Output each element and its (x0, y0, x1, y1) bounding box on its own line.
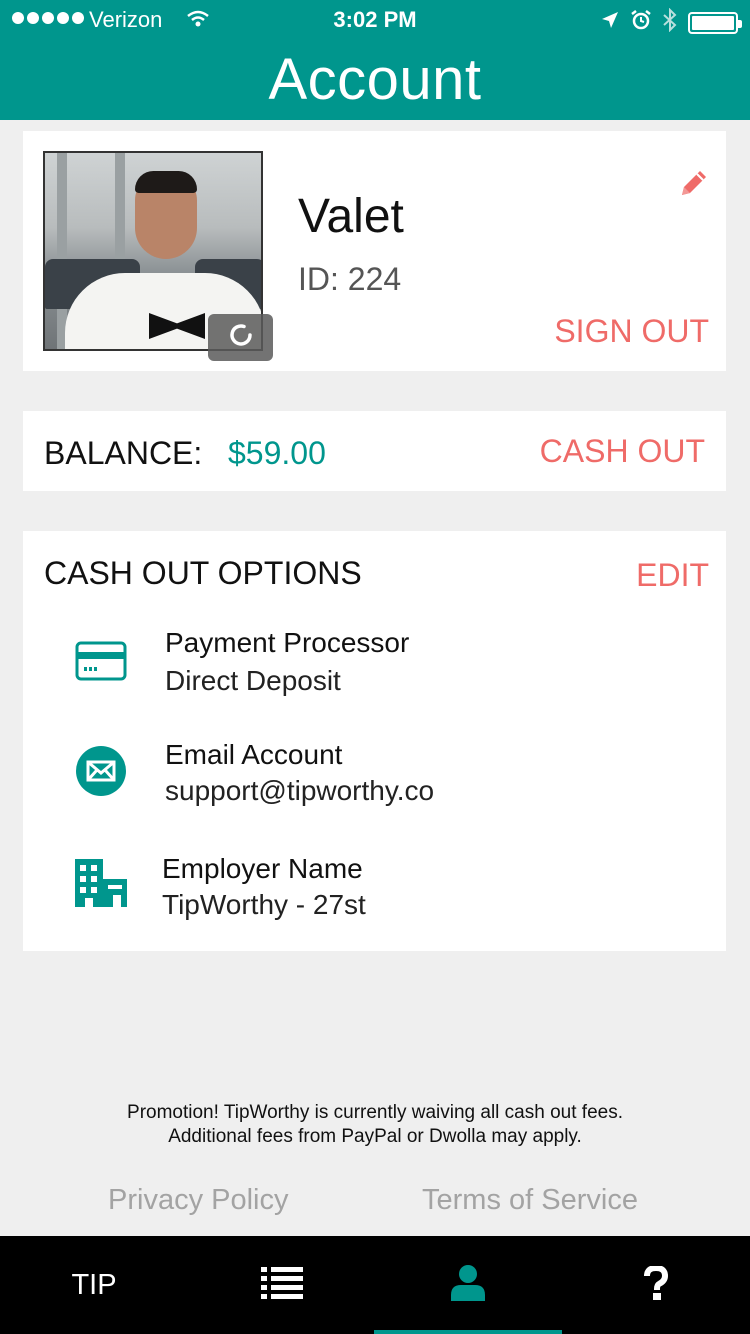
privacy-policy-link[interactable]: Privacy Policy (108, 1184, 289, 1217)
list-icon (261, 1266, 303, 1305)
tab-account[interactable] (374, 1236, 562, 1334)
cash-out-button[interactable]: CASH OUT (540, 433, 705, 470)
option-payment-processor[interactable]: Payment Processor Direct Deposit (23, 623, 726, 713)
status-bar: Verizon 3:02 PM (0, 0, 750, 40)
balance-label: BALANCE: (44, 435, 203, 471)
page-title: Account (268, 47, 482, 112)
tab-bar: TIP (0, 1236, 750, 1334)
balance-card: BALANCE: $59.00 CASH OUT (23, 411, 726, 491)
edit-options-button[interactable]: EDIT (636, 557, 709, 594)
building-icon (75, 857, 127, 909)
header: Verizon 3:02 PM Account (0, 0, 750, 120)
tab-tip[interactable]: TIP (0, 1236, 188, 1334)
status-icons (600, 7, 742, 38)
tab-tip-label: TIP (71, 1268, 117, 1301)
cash-out-options-title: CASH OUT OPTIONS (44, 555, 362, 591)
user-icon (451, 1264, 485, 1306)
email-icon (75, 745, 127, 797)
profile-id: ID: 224 (298, 261, 402, 297)
bluetooth-icon (662, 7, 678, 38)
promotion-notice: Promotion! TipWorthy is currently waivin… (0, 1101, 750, 1149)
sign-out-button[interactable]: SIGN OUT (554, 313, 709, 350)
footer-links: Privacy Policy Terms of Service (0, 1184, 750, 1224)
cash-out-options-card: CASH OUT OPTIONS EDIT Payment Processor … (23, 531, 726, 951)
option-value: Direct Deposit (165, 665, 341, 696)
pencil-icon[interactable] (678, 167, 710, 204)
battery-level (692, 16, 734, 30)
option-label: Email Account (165, 739, 343, 770)
active-tab-indicator (374, 1330, 562, 1334)
option-employer-name[interactable]: Employer Name TipWorthy - 27st (23, 849, 726, 939)
balance-value: $59.00 (228, 435, 326, 471)
tab-list[interactable] (188, 1236, 376, 1334)
refresh-icon (226, 320, 256, 355)
option-value: support@tipworthy.co (165, 775, 435, 806)
option-label: Payment Processor (165, 627, 410, 658)
profile-card: Valet ID: 224 SIGN OUT (23, 131, 726, 371)
tab-help[interactable] (562, 1236, 750, 1334)
promotion-line-1: Promotion! TipWorthy is currently waivin… (127, 1102, 623, 1123)
location-arrow-icon (600, 10, 620, 36)
change-photo-button[interactable] (208, 314, 273, 361)
option-value: TipWorthy - 27st (162, 889, 366, 920)
credit-card-icon (75, 635, 127, 687)
option-email-account[interactable]: Email Account support@tipworthy.co (23, 735, 726, 825)
profile-name: Valet (298, 190, 404, 243)
option-label: Employer Name (162, 853, 363, 884)
terms-of-service-link[interactable]: Terms of Service (422, 1184, 638, 1217)
alarm-icon (630, 9, 652, 37)
battery-icon (688, 12, 742, 34)
question-mark-icon (644, 1264, 669, 1305)
promotion-line-2: Additional fees from PayPal or Dwolla ma… (168, 1126, 582, 1147)
